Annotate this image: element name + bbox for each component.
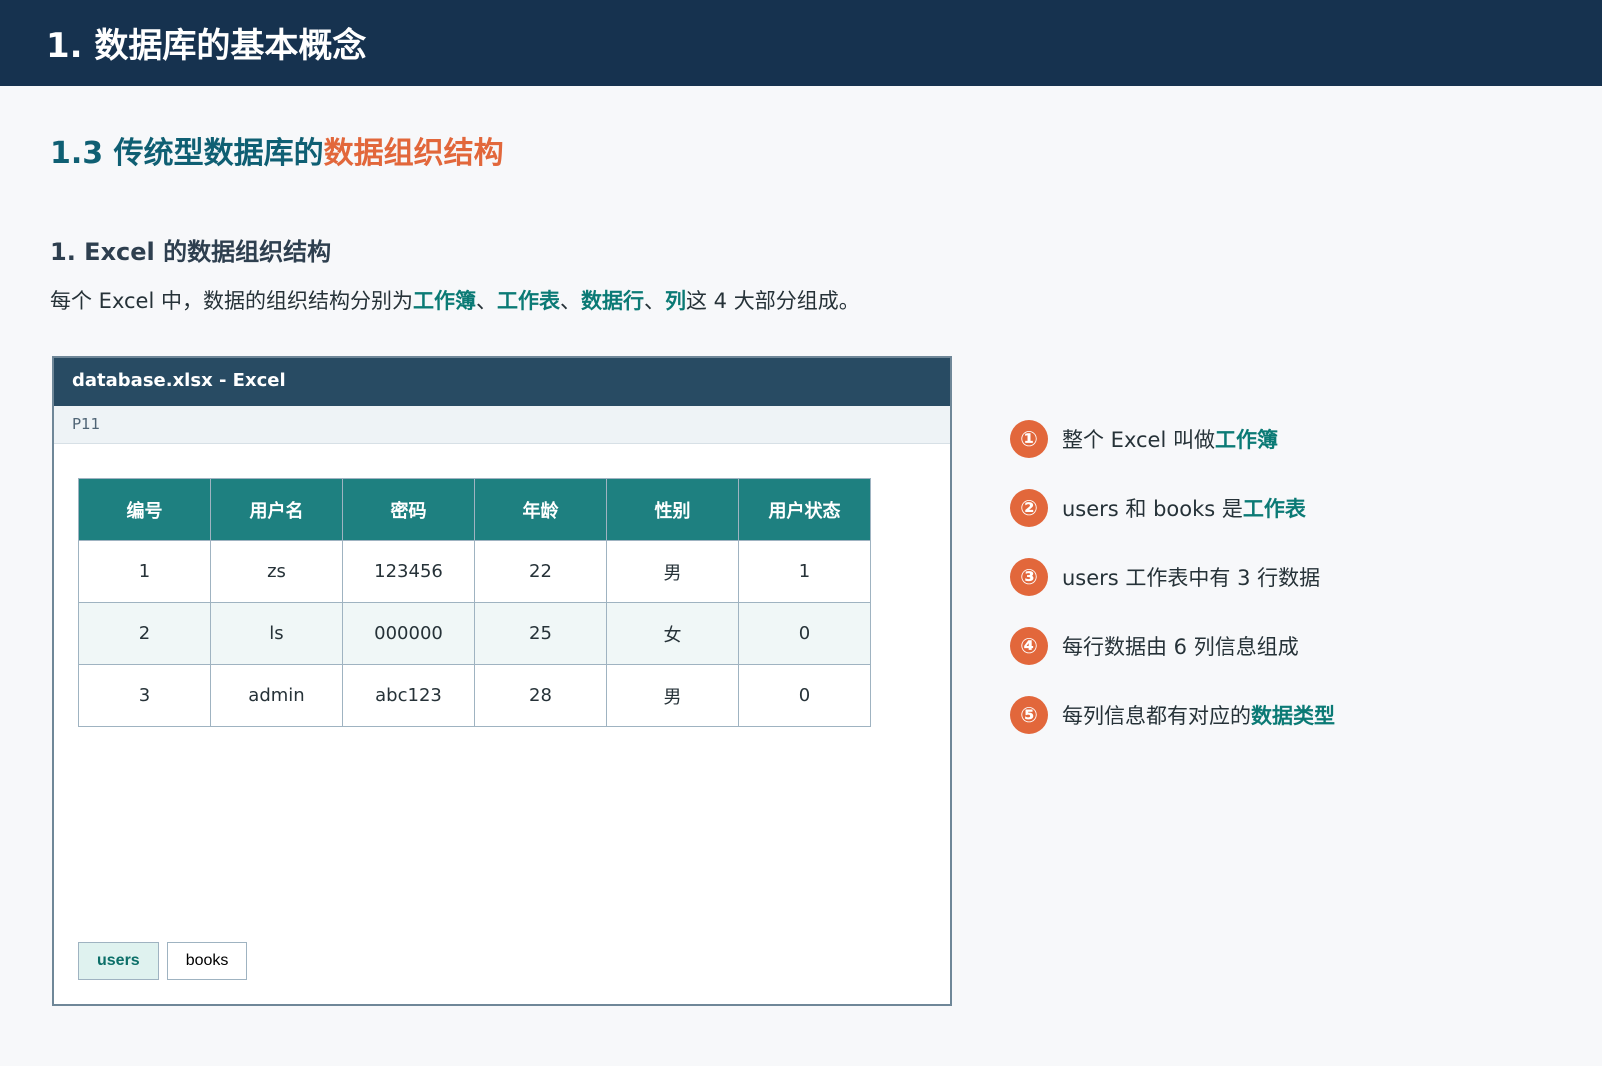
table-cell: 2 xyxy=(78,602,211,665)
intro-paragraph: 每个 Excel 中，数据的组织结构分别为工作簿、工作表、数据行、列这 4 大部… xyxy=(50,286,1100,318)
section-heading: 1. Excel 的数据组织结构 xyxy=(50,238,332,266)
intro-end: 这 4 大部分组成。 xyxy=(685,289,860,313)
intro-sep-1: 、 xyxy=(475,289,497,313)
table-cell: zs xyxy=(210,540,343,603)
table-cell: 1 xyxy=(78,540,211,603)
table-cell: 女 xyxy=(606,602,739,665)
table-cell: 1 xyxy=(738,540,871,603)
table-header: 编号 用户名 密码 年龄 性别 用户状态 xyxy=(78,478,871,541)
note-number: ③ xyxy=(1010,558,1048,596)
table-column-header: 密码 xyxy=(342,478,475,541)
header-row: 编号 用户名 密码 年龄 性别 用户状态 xyxy=(78,478,871,541)
table-cell: admin xyxy=(210,664,343,727)
note-key-term: 数据类型 xyxy=(1251,704,1335,728)
sheet-tab[interactable]: books xyxy=(166,942,248,980)
intro-start: 每个 Excel 中，数据的组织结构分别为 xyxy=(50,289,413,313)
note-key-term: 工作簿 xyxy=(1214,428,1278,452)
slide-title: 1. 数据库的基本概念 xyxy=(46,26,367,66)
table-column-header: 性别 xyxy=(606,478,739,541)
intro-sep-2: 、 xyxy=(559,289,581,313)
column-term: 列 xyxy=(664,289,686,313)
row-term: 数据行 xyxy=(580,289,644,313)
spreadsheet-illustration: database.xlsx - Excel P11 编号 用户名 密码 年龄 性别 用户状… xyxy=(52,356,952,1006)
intro-sep-3: 、 xyxy=(643,289,665,313)
table-cell: 3 xyxy=(78,664,211,727)
subtitle-prefix: 1.3 传统型数据库的 xyxy=(50,136,324,171)
note-key-term: 工作表 xyxy=(1242,497,1306,521)
table-cell: 0 xyxy=(738,664,871,727)
table-cell: 0 xyxy=(738,602,871,665)
note-text: 整个 Excel 叫做 xyxy=(1062,428,1215,452)
table-cell: abc123 xyxy=(342,664,475,727)
table-column-header: 编号 xyxy=(78,478,211,541)
concept-note: ③ users 工作表中有 3 行数据 xyxy=(1010,558,1555,596)
table-cell: 22 xyxy=(474,540,607,603)
spreadsheet-file-bar: database.xlsx - Excel xyxy=(54,358,950,406)
note-number: ① xyxy=(1010,420,1048,458)
sheet-tabs: users books xyxy=(78,942,248,980)
note-number: ④ xyxy=(1010,627,1048,665)
table-column-header: 年龄 xyxy=(474,478,607,541)
note-text: users 和 books 是 xyxy=(1062,497,1243,521)
table-cell: 28 xyxy=(474,664,607,727)
sheet-tab[interactable]: users xyxy=(78,942,159,980)
subtitle: 1.3 传统型数据库的数据组织结构 xyxy=(50,128,504,172)
worksheet-term: 工作表 xyxy=(496,289,560,313)
table-row: 1 zs 123456 22 男 1 xyxy=(78,540,871,603)
table-cell: 25 xyxy=(474,602,607,665)
concept-note: ① 整个 Excel 叫做 工作簿 xyxy=(1010,420,1555,458)
title-area: 1. 数据库的基本概念 xyxy=(46,18,1046,67)
table-row: 2 ls 000000 25 女 0 xyxy=(78,602,871,665)
table-cell: ls xyxy=(210,602,343,665)
note-text: users 工作表中有 3 行数据 xyxy=(1062,566,1321,590)
table-cell: 123456 xyxy=(342,540,475,603)
note-text: 每列信息都有对应的 xyxy=(1062,704,1251,728)
subtitle-focus: 数据组织结构 xyxy=(323,136,504,171)
note-number: ⑤ xyxy=(1010,696,1048,734)
concept-note: ④ 每行数据由 6 列信息组成 xyxy=(1010,627,1555,665)
workbook-term: 工作簿 xyxy=(412,289,476,313)
concept-note: ⑤ 每列信息都有对应的 数据类型 xyxy=(1010,696,1555,734)
users-data-table: 编号 用户名 密码 年龄 性别 用户状态 1 zs 123456 22 男 1 2 ls 000000 25… xyxy=(78,478,871,727)
note-number: ② xyxy=(1010,489,1048,527)
table-column-header: 用户名 xyxy=(210,478,343,541)
note-text: 每行数据由 6 列信息组成 xyxy=(1062,635,1299,659)
database-concept-slide: 1. 数据库的基本概念 1.3 传统型数据库的数据组织结构 1. Excel 的… xyxy=(0,0,1602,1066)
formula-cell: P11 xyxy=(54,406,950,444)
concept-notes: ① 整个 Excel 叫做 工作簿 ② users 和 books 是工作表 ③ users… xyxy=(1010,420,1555,765)
table-row: 3 admin abc123 28 男 0 xyxy=(78,664,871,727)
table-cell: 男 xyxy=(606,664,739,727)
table-column-header: 用户状态 xyxy=(738,478,871,541)
table-cell: 男 xyxy=(606,540,739,603)
table-cell: 000000 xyxy=(342,602,475,665)
table-body: 1 zs 123456 22 男 1 2 ls 000000 25 女 0 3 admin abc123 28… xyxy=(78,540,871,727)
concept-note: ② users 和 books 是工作表 xyxy=(1010,489,1555,527)
